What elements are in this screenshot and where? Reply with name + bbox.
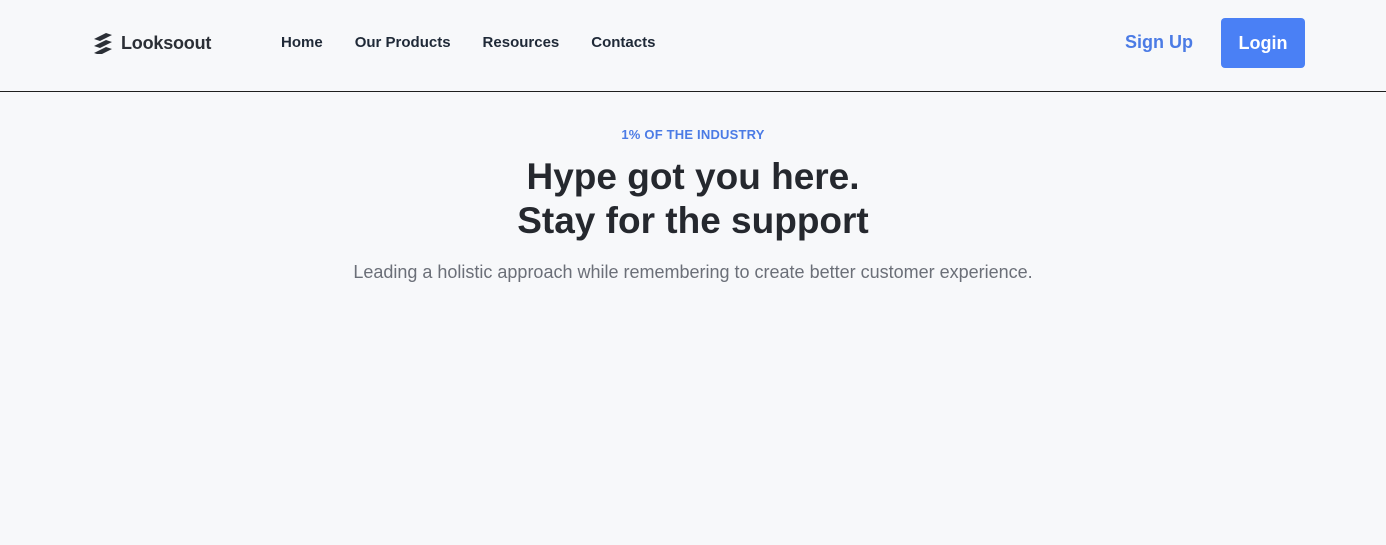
brand-name: Looksoout <box>121 32 212 53</box>
nav-resources[interactable]: Resources <box>483 34 560 51</box>
hero-headline-line-1: Hype got you here. <box>526 156 860 197</box>
nav-contacts[interactable]: Contacts <box>591 34 655 51</box>
nav-our-products[interactable]: Our Products <box>355 34 451 51</box>
hero-eyebrow: 1% OF THE INDUSTRY <box>621 127 765 142</box>
hero-subtitle: Leading a holistic approach while rememb… <box>353 262 1033 282</box>
login-button[interactable]: Login <box>1221 18 1305 68</box>
nav-home[interactable]: Home <box>281 34 323 51</box>
main-nav: Home Our Products Resources Contacts <box>281 34 655 51</box>
hero-headline: Hype got you here. Stay for the support <box>0 155 1386 243</box>
hero-headline-line-2: Stay for the support <box>517 200 869 241</box>
hero-section: 1% OF THE INDUSTRY Hype got you here. St… <box>0 93 1386 283</box>
logo-icon <box>94 33 112 54</box>
brand-logo[interactable]: Looksoout <box>92 31 211 55</box>
site-header: Looksoout Home Our Products Resources Co… <box>0 0 1386 92</box>
sign-up-link[interactable]: Sign Up <box>1125 32 1193 53</box>
